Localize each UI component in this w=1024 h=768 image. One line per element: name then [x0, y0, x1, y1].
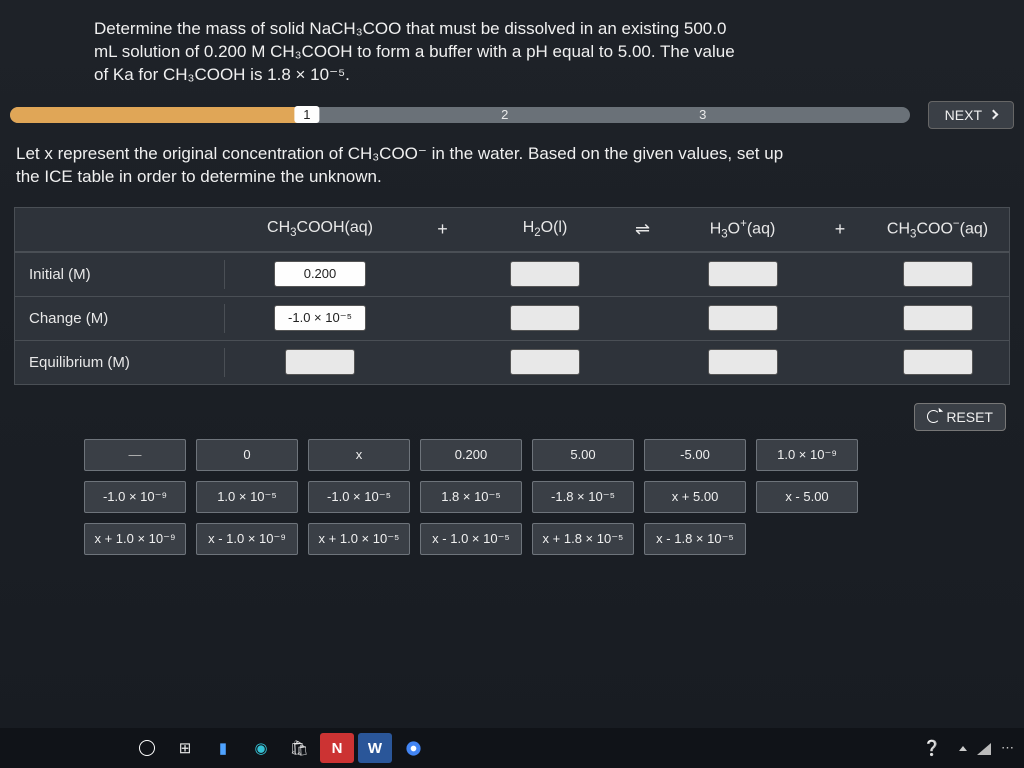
slot-change-base[interactable] — [903, 305, 973, 331]
chevron-right-icon — [989, 110, 999, 120]
tile-xp5[interactable]: x + 5.00 — [644, 481, 746, 513]
tile-xm1_8e5[interactable]: x - 1.8 × 10⁻⁵ — [644, 523, 746, 555]
slot-change-acid[interactable]: -1.0 × 10⁻⁵ — [274, 305, 366, 331]
header-op-plus-2: + — [820, 219, 860, 240]
next-button-label: NEXT — [945, 107, 982, 123]
answer-tiles: — 0 x 0.200 5.00 -5.00 1.0 × 10⁻⁹ -1.0 ×… — [4, 437, 1020, 555]
wifi-icon[interactable] — [977, 741, 991, 755]
reset-button-label: RESET — [946, 409, 993, 425]
help-icon[interactable]: ❔ — [915, 733, 949, 763]
row-label-initial: Initial (M) — [15, 260, 225, 289]
header-op-plus-1: + — [415, 219, 470, 240]
reset-icon — [927, 410, 940, 423]
store-icon[interactable]: 🛍 — [282, 733, 316, 763]
slot-change-water[interactable] — [510, 305, 580, 331]
task-view-icon[interactable]: ⊞ — [168, 733, 202, 763]
tile-5_00[interactable]: 5.00 — [532, 439, 634, 471]
app-icon-n[interactable]: N — [320, 733, 354, 763]
tile-1e5[interactable]: 1.0 × 10⁻⁵ — [196, 481, 298, 513]
progress-track: 1 2 3 — [10, 107, 910, 123]
tile-m1_8e5[interactable]: -1.8 × 10⁻⁵ — [532, 481, 634, 513]
tile-m1e9[interactable]: -1.0 × 10⁻⁹ — [84, 481, 186, 513]
progress-fill — [10, 107, 316, 123]
header-species-3: H3O+(aq) — [665, 218, 820, 241]
tray-more-icon[interactable]: ⋯ — [1001, 740, 1014, 756]
ice-row-change: Change (M) -1.0 × 10⁻⁵ — [15, 296, 1009, 340]
tile-m5_00[interactable]: -5.00 — [644, 439, 746, 471]
ice-row-initial: Initial (M) 0.200 — [15, 252, 1009, 296]
slot-initial-h3o[interactable] — [708, 261, 778, 287]
slot-eq-h3o[interactable] — [708, 349, 778, 375]
app-icon-1[interactable]: ▮ — [206, 733, 240, 763]
tile-xm1e9[interactable]: x - 1.0 × 10⁻⁹ — [196, 523, 298, 555]
tile-xm1e5[interactable]: x - 1.0 × 10⁻⁵ — [420, 523, 522, 555]
row-label-change: Change (M) — [15, 304, 225, 333]
tray-caret-icon[interactable] — [959, 746, 967, 751]
next-button[interactable]: NEXT — [928, 101, 1014, 129]
ice-table: CH3COOH(aq) + H2O(l) ⇌ H3O+(aq) + CH3COO… — [14, 207, 1010, 385]
tile-0_200[interactable]: 0.200 — [420, 439, 522, 471]
tile-m1e5[interactable]: -1.0 × 10⁻⁵ — [308, 481, 410, 513]
word-icon[interactable]: W — [358, 733, 392, 763]
windows-taskbar: ⊞ ▮ ◉ 🛍 N W ❔ ⋯ — [0, 728, 1024, 768]
instruction-text: Let x represent the original concentrati… — [4, 139, 1020, 201]
tile-xm5[interactable]: x - 5.00 — [756, 481, 858, 513]
edge-icon[interactable]: ◉ — [244, 733, 278, 763]
tile-xp1e5[interactable]: x + 1.0 × 10⁻⁵ — [308, 523, 410, 555]
slot-eq-base[interactable] — [903, 349, 973, 375]
step-1-label[interactable]: 1 — [294, 106, 319, 123]
step-progress: 1 2 3 NEXT — [4, 101, 1020, 139]
ice-table-header: CH3COOH(aq) + H2O(l) ⇌ H3O+(aq) + CH3COO… — [15, 208, 1009, 252]
header-species-1: CH3COOH(aq) — [225, 219, 415, 239]
tile-0[interactable]: 0 — [196, 439, 298, 471]
slot-change-h3o[interactable] — [708, 305, 778, 331]
slot-eq-water[interactable] — [510, 349, 580, 375]
start-icon[interactable] — [130, 733, 164, 763]
chrome-icon[interactable] — [396, 733, 430, 763]
tile-1_8e5[interactable]: 1.8 × 10⁻⁵ — [420, 481, 522, 513]
tile-x[interactable]: x — [308, 439, 410, 471]
question-text: Determine the mass of solid NaCH₃COO tha… — [4, 18, 1020, 101]
reset-button[interactable]: RESET — [914, 403, 1006, 431]
slot-initial-water[interactable] — [510, 261, 580, 287]
slot-initial-base[interactable] — [903, 261, 973, 287]
ice-row-equilibrium: Equilibrium (M) — [15, 340, 1009, 384]
tile-xp1_8e5[interactable]: x + 1.8 × 10⁻⁵ — [532, 523, 634, 555]
slot-initial-acid[interactable]: 0.200 — [274, 261, 366, 287]
tile-dash[interactable]: — — [84, 439, 186, 471]
step-2-label[interactable]: 2 — [501, 107, 508, 122]
tile-xp1e9[interactable]: x + 1.0 × 10⁻⁹ — [84, 523, 186, 555]
header-species-4: CH3COO−(aq) — [860, 218, 1015, 241]
header-op-equil: ⇌ — [620, 219, 665, 240]
step-3-label[interactable]: 3 — [699, 107, 706, 122]
row-label-equil: Equilibrium (M) — [15, 348, 225, 377]
header-species-2: H2O(l) — [470, 219, 620, 239]
tile-1e9[interactable]: 1.0 × 10⁻⁹ — [756, 439, 858, 471]
slot-eq-acid[interactable] — [285, 349, 355, 375]
